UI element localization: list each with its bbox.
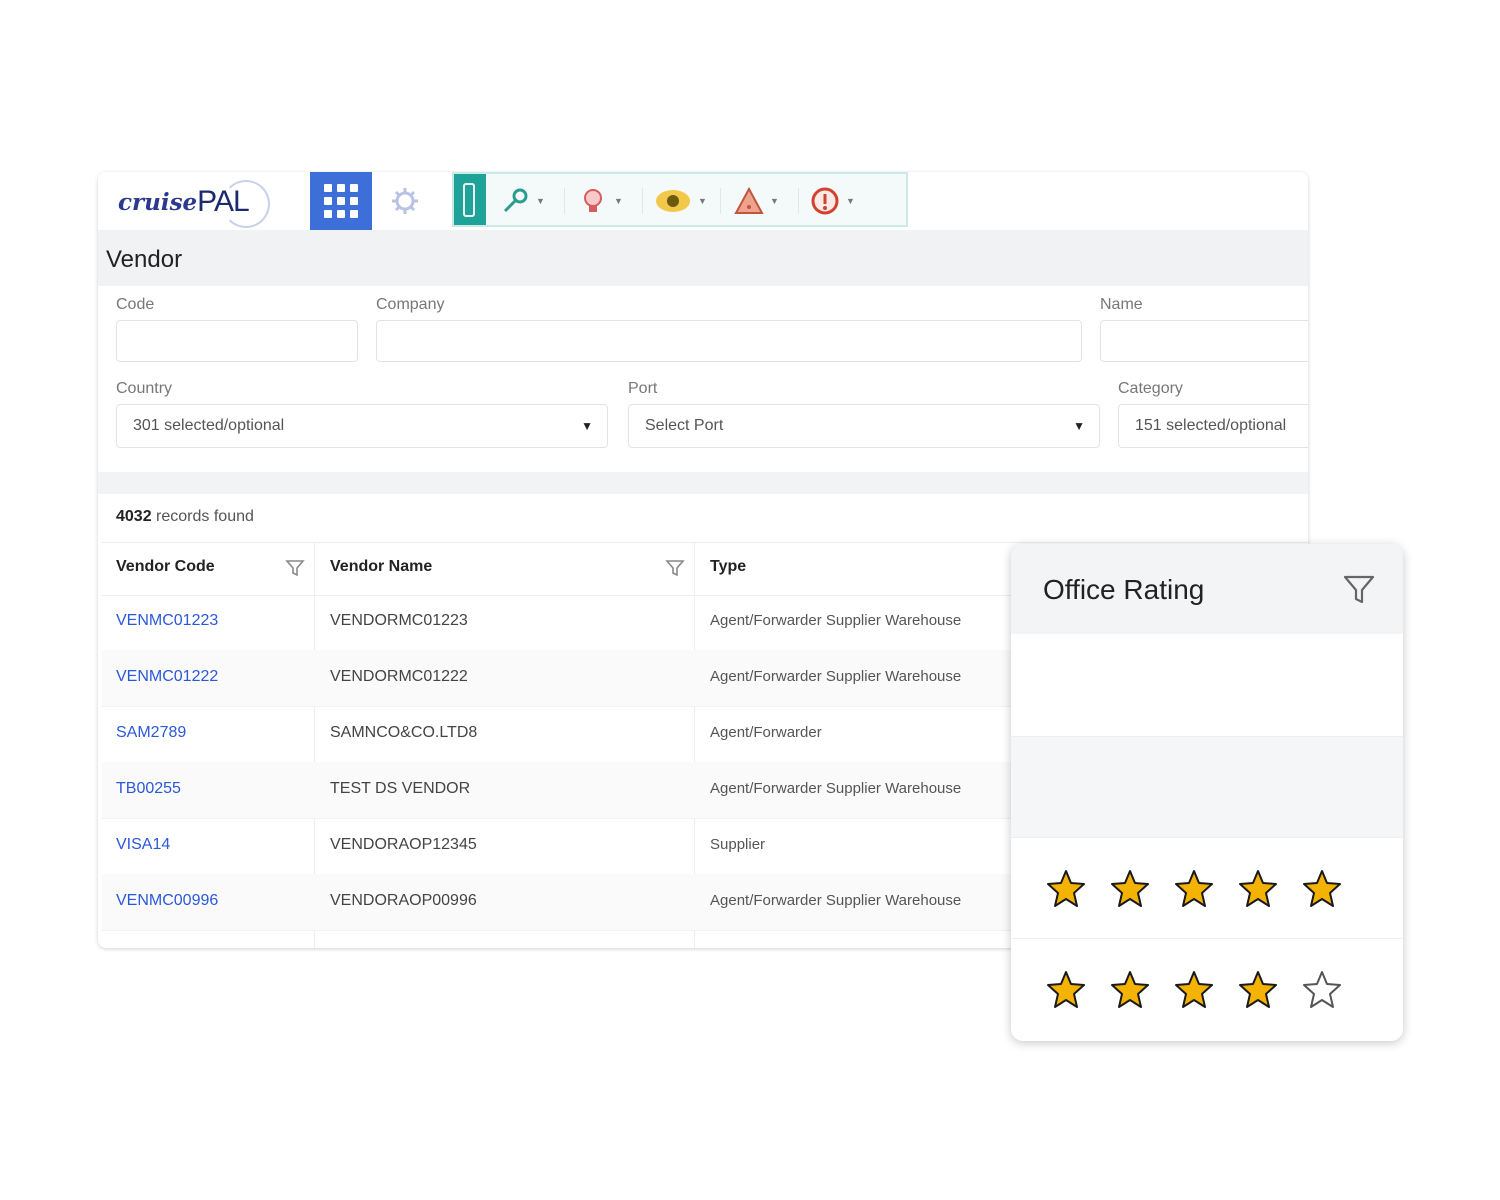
company-field[interactable]	[376, 320, 1082, 362]
vendor-code-link[interactable]: SAM2789	[116, 724, 186, 742]
country-select[interactable]: 301 selected/optional ▼	[116, 404, 608, 448]
toolbar-divider	[564, 188, 565, 214]
port-select[interactable]: Select Port ▼	[628, 404, 1100, 448]
category-select[interactable]: 151 selected/optional	[1118, 404, 1308, 448]
rating-row	[1011, 838, 1403, 939]
cruisepal-logo[interactable]: cruise PAL	[118, 180, 270, 228]
vendor-name-cell: VENDORAOP00996	[330, 892, 477, 909]
chevron-down-icon: ▼	[698, 196, 707, 206]
code-field[interactable]	[116, 320, 358, 362]
name-field[interactable]	[1100, 320, 1308, 362]
key-tool[interactable]: ▼	[500, 186, 545, 216]
apps-grid-icon[interactable]	[310, 172, 372, 230]
port-label: Port	[628, 380, 658, 397]
office-rating-header: Office Rating	[1011, 544, 1403, 634]
header-type[interactable]: Type	[710, 558, 746, 576]
vendor-type-cell: Agent/Forwarder	[710, 724, 822, 741]
toolbar-divider	[798, 188, 799, 214]
records-count: 4032 records found	[116, 508, 254, 526]
top-toolbar: cruise PAL ▼ ▼ ▼ ▼ ▼	[98, 172, 1308, 230]
vendor-code-link[interactable]: VENMC01223	[116, 612, 218, 630]
info-tool[interactable]: ▼	[810, 186, 855, 216]
star-filled-icon[interactable]	[1173, 868, 1215, 910]
vendor-code-link[interactable]: VENMC01222	[116, 668, 218, 686]
vendor-code-link[interactable]: VISA14	[116, 836, 170, 854]
header-vendor-code[interactable]: Vendor Code	[116, 558, 215, 576]
rating-row-empty	[1011, 636, 1403, 737]
category-label: Category	[1118, 380, 1183, 397]
eye-icon	[656, 190, 690, 212]
star-rating[interactable]	[1045, 868, 1343, 910]
company-label: Company	[376, 296, 445, 313]
star-filled-icon[interactable]	[1109, 868, 1151, 910]
star-filled-icon[interactable]	[1109, 969, 1151, 1011]
caret-down-icon: ▼	[581, 419, 593, 433]
info-icon	[811, 187, 839, 215]
records-number: 4032	[116, 508, 152, 525]
alert-icon	[734, 186, 764, 214]
page-title: Vendor	[106, 246, 183, 273]
header-vendor-name[interactable]: Vendor Name	[330, 558, 432, 576]
eye-tool[interactable]: ▼	[654, 186, 707, 216]
bulb-tool[interactable]: ▼	[578, 186, 623, 216]
toolbar-divider	[720, 188, 721, 214]
vendor-name-cell: SAMNCO&CO.LTD8	[330, 724, 478, 741]
chevron-down-icon: ▼	[770, 196, 779, 206]
vendor-type-cell: Agent/Forwarder Supplier Warehouse	[710, 668, 962, 685]
vendor-type-cell: Agent/Forwarder Supplier Warehouse	[710, 892, 962, 909]
office-rating-card: Office Rating	[1011, 544, 1403, 1041]
rating-row	[1011, 939, 1403, 1039]
country-select-value: 301 selected/optional	[133, 417, 285, 434]
star-filled-icon[interactable]	[1173, 969, 1215, 1011]
quick-tools-strip: ▼ ▼ ▼ ▼ ▼	[452, 172, 908, 227]
country-label: Country	[116, 380, 173, 397]
vendor-code-link[interactable]: TB00255	[116, 780, 181, 798]
star-filled-icon[interactable]	[1045, 868, 1087, 910]
logo-text-cruise: cruise	[118, 188, 198, 216]
chevron-down-icon: ▼	[846, 196, 855, 206]
office-rating-title: Office Rating	[1043, 574, 1205, 605]
vendor-type-cell: Supplier	[710, 836, 766, 853]
filter-panel: Code Company Name Country 301 selected/o…	[98, 286, 1308, 472]
chevron-down-icon: ▼	[614, 196, 623, 206]
vendor-name-cell: VENDORMC01223	[330, 612, 468, 629]
filter-icon[interactable]	[284, 557, 306, 579]
star-filled-icon[interactable]	[1045, 969, 1087, 1011]
rating-row-empty	[1011, 737, 1403, 838]
toolbar-divider	[642, 188, 643, 214]
sidebar-icon[interactable]	[454, 174, 486, 225]
caret-down-icon: ▼	[1073, 419, 1085, 433]
gear-icon[interactable]	[376, 172, 434, 230]
category-select-value: 151 selected/optional	[1135, 417, 1287, 434]
name-label: Name	[1100, 296, 1143, 313]
logo-ring	[222, 180, 270, 228]
filter-icon[interactable]	[1341, 572, 1377, 608]
alert-tool[interactable]: ▼	[734, 186, 779, 216]
code-label: Code	[116, 296, 155, 313]
vendor-name-cell: TEST DS VENDOR	[330, 780, 471, 797]
star-filled-icon[interactable]	[1237, 969, 1279, 1011]
port-select-value: Select Port	[645, 417, 724, 434]
star-rating[interactable]	[1045, 969, 1343, 1011]
chevron-down-icon: ▼	[536, 196, 545, 206]
star-filled-icon[interactable]	[1301, 868, 1343, 910]
vendor-name-cell: VENDORAOP12345	[330, 836, 477, 853]
star-filled-icon[interactable]	[1237, 868, 1279, 910]
key-icon	[503, 188, 528, 213]
records-suffix: records found	[156, 508, 254, 525]
vendor-type-cell: Agent/Forwarder Supplier Warehouse	[710, 780, 962, 797]
vendor-name-cell: VENDORMC01222	[330, 668, 468, 685]
filter-icon[interactable]	[664, 557, 686, 579]
vendor-code-link[interactable]: VENMC00996	[116, 892, 218, 910]
vendor-type-cell: Agent/Forwarder Supplier Warehouse	[710, 612, 962, 629]
page-header: Vendor	[98, 230, 1308, 286]
bulb-icon	[584, 189, 602, 212]
star-empty-icon[interactable]	[1301, 969, 1343, 1011]
section-divider	[98, 472, 1308, 494]
